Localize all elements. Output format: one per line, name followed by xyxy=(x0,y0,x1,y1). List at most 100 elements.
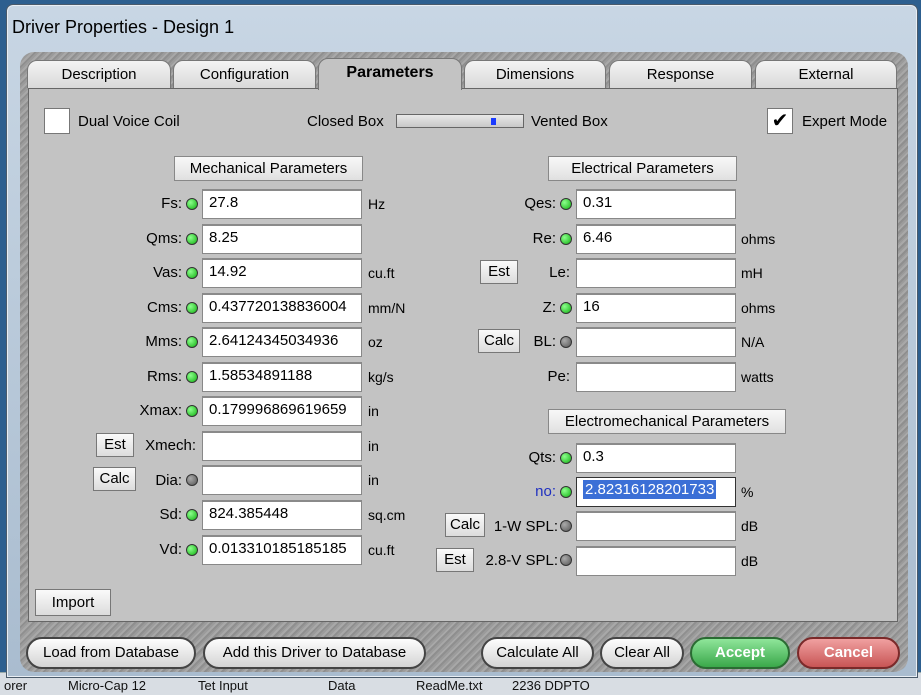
qts-field[interactable]: 0.3 xyxy=(576,443,736,473)
qes-field[interactable]: 0.31 xyxy=(576,189,736,219)
spl1w-status-led xyxy=(560,520,572,532)
qms-status-led xyxy=(186,233,198,245)
qms-label: Qms: xyxy=(146,230,182,247)
clear-all-button[interactable]: Clear All xyxy=(600,637,684,669)
calculate-all-button[interactable]: Calculate All xyxy=(481,637,594,669)
mms-status-led xyxy=(186,336,198,348)
slider-thumb[interactable] xyxy=(491,118,496,125)
fs-unit: Hz xyxy=(368,196,386,212)
no-status-led xyxy=(560,486,572,498)
no-field[interactable]: 2.82316128201733 xyxy=(576,477,736,507)
taskbar-item: Data xyxy=(328,678,356,693)
vd-label: Vd: xyxy=(159,541,182,558)
no-label: no: xyxy=(535,483,556,500)
mechanical-parameters-header: Mechanical Parameters xyxy=(174,156,363,181)
vas-unit: cu.ft xyxy=(368,265,395,281)
cms-field[interactable]: 0.437720138836004 xyxy=(202,293,362,323)
tab-configuration[interactable]: Configuration xyxy=(173,60,316,88)
import-button[interactable]: Import xyxy=(35,589,111,616)
vd-status-led xyxy=(186,544,198,556)
dia-status-led xyxy=(186,474,198,486)
taskbar-item: Micro-Cap 12 xyxy=(68,678,147,693)
dia-unit: in xyxy=(368,472,379,488)
tab-dimensions[interactable]: Dimensions xyxy=(464,60,606,88)
z-field[interactable]: 16 xyxy=(576,293,736,323)
xmax-field[interactable]: 0.179996869619659 xyxy=(202,396,362,426)
fs-field[interactable]: 27.8 xyxy=(202,189,362,219)
cms-unit: mm/N xyxy=(368,300,406,316)
spl28v-est-button[interactable]: Est xyxy=(436,548,474,572)
vas-label: Vas: xyxy=(153,264,182,281)
closed-box-label: Closed Box xyxy=(307,113,384,130)
sd-status-led xyxy=(186,509,198,521)
taskbar-item: Tet Input xyxy=(198,678,248,693)
no-unit: % xyxy=(741,484,754,500)
tab-description[interactable]: Description xyxy=(27,60,171,88)
no-field-selection: 2.82316128201733 xyxy=(583,480,717,499)
qes-label: Qes: xyxy=(524,195,556,212)
spl1w-unit: dB xyxy=(741,518,759,534)
taskbar-item: 2236 DDPTO xyxy=(512,678,590,693)
vd-field[interactable]: 0.0133101851851​85 xyxy=(202,535,362,565)
mms-unit: oz xyxy=(368,334,383,350)
spl1w-calc-button[interactable]: Calc xyxy=(445,513,485,537)
add-driver-to-database-button[interactable]: Add this Driver to Database xyxy=(203,637,426,669)
mms-field[interactable]: 2.64124345034936 xyxy=(202,327,362,357)
expert-mode-label: Expert Mode xyxy=(802,113,888,130)
dual-voice-coil-label: Dual Voice Coil xyxy=(78,113,180,130)
vented-box-label: Vented Box xyxy=(531,113,608,130)
xmech-label: Xmech: xyxy=(145,437,196,454)
tab-external[interactable]: External xyxy=(755,60,897,88)
dual-voice-coil-checkbox[interactable] xyxy=(44,108,70,134)
spl28v-status-led xyxy=(560,554,572,566)
qms-field[interactable]: 8.25 xyxy=(202,224,362,254)
bl-unit: N/A xyxy=(741,334,765,350)
rms-status-led xyxy=(186,371,198,383)
bl-calc-button[interactable]: Calc xyxy=(478,329,520,353)
xmech-field[interactable] xyxy=(202,431,362,461)
spl28v-label: 2.8-V SPL: xyxy=(485,552,558,569)
bl-label: BL: xyxy=(533,333,556,350)
le-unit: mH xyxy=(741,265,763,281)
le-field[interactable] xyxy=(576,258,736,288)
cms-label: Cms: xyxy=(147,299,182,316)
pe-field[interactable] xyxy=(576,362,736,392)
vas-field[interactable]: 14.92 xyxy=(202,258,362,288)
re-label: Re: xyxy=(532,230,556,247)
load-from-database-button[interactable]: Load from Database xyxy=(26,637,196,669)
bl-field[interactable] xyxy=(576,327,736,357)
rms-field[interactable]: 1.58534891188 xyxy=(202,362,362,392)
le-label: Le: xyxy=(549,264,570,281)
spl28v-unit: dB xyxy=(741,553,759,569)
re-status-led xyxy=(560,233,572,245)
fs-status-led xyxy=(186,198,198,210)
vd-unit: cu.ft xyxy=(368,542,395,558)
xmech-unit: in xyxy=(368,438,379,454)
box-type-slider[interactable] xyxy=(396,114,524,128)
taskbar-item: orer xyxy=(4,678,28,693)
bl-status-led xyxy=(560,336,572,348)
spl1w-field[interactable] xyxy=(576,511,736,541)
electrical-parameters-header: Electrical Parameters xyxy=(548,156,737,181)
qes-status-led xyxy=(560,198,572,210)
sd-label: Sd: xyxy=(159,506,182,523)
spl1w-label: 1-W SPL: xyxy=(493,518,558,535)
expert-mode-checkbox[interactable]: ✔ xyxy=(767,108,793,134)
le-est-button[interactable]: Est xyxy=(480,260,518,284)
pe-label: Pe: xyxy=(547,368,570,385)
tab-parameters[interactable]: Parameters xyxy=(318,58,462,90)
dia-label: Dia: xyxy=(155,472,182,489)
xmech-est-button[interactable]: Est xyxy=(96,433,134,457)
sd-field[interactable]: 824.385448 xyxy=(202,500,362,530)
accept-button[interactable]: Accept xyxy=(690,637,790,669)
dia-field[interactable] xyxy=(202,465,362,495)
pe-unit: watts xyxy=(741,369,774,385)
qts-status-led xyxy=(560,452,572,464)
cms-status-led xyxy=(186,302,198,314)
spl28v-field[interactable] xyxy=(576,546,736,576)
tab-response[interactable]: Response xyxy=(609,60,752,88)
z-unit: ohms xyxy=(741,300,776,316)
cancel-button[interactable]: Cancel xyxy=(797,637,900,669)
rms-unit: kg/s xyxy=(368,369,394,385)
re-field[interactable]: 6.46 xyxy=(576,224,736,254)
